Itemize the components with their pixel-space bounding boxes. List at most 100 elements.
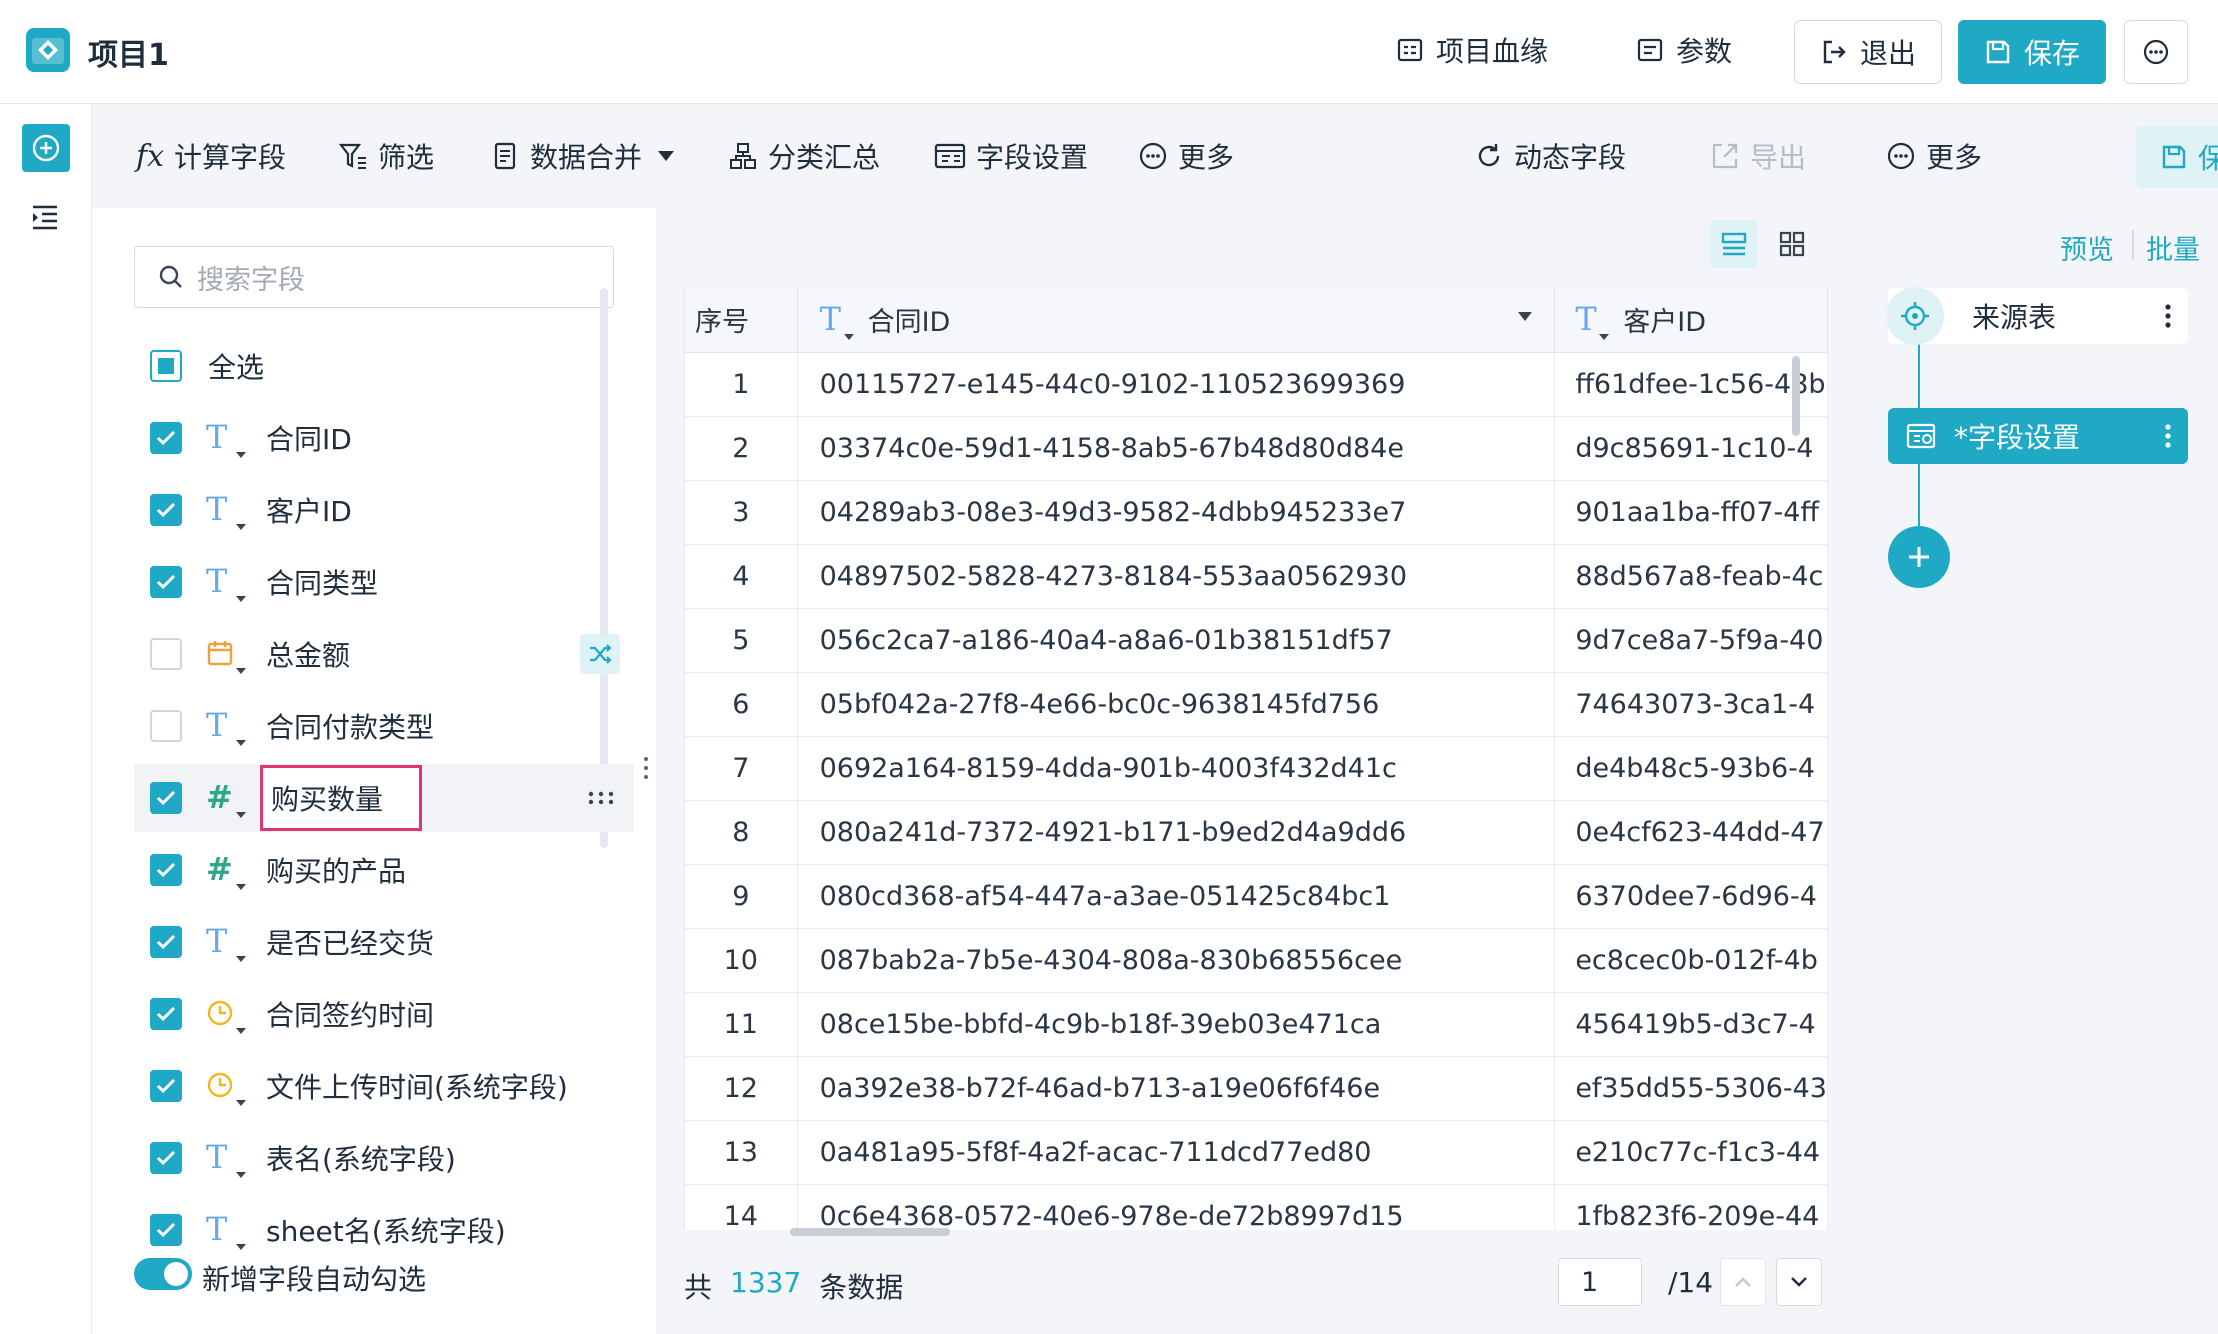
page-number-input[interactable]: 1 <box>1558 1258 1642 1306</box>
field-list-item[interactable]: 文件上传时间(系统字段) <box>134 1052 634 1120</box>
contract-id-cell: 08ce15be-bbfd-4c9b-b18f-39eb03e471ca <box>797 992 1556 1057</box>
time-type-icon <box>206 1066 246 1106</box>
field-list-item[interactable]: Tsheet名(系统字段) <box>134 1196 634 1264</box>
calc-field-button[interactable]: fx 计算字段 <box>136 136 286 176</box>
number-type-icon: # <box>206 778 246 818</box>
field-list-item[interactable]: T 合同ID <box>134 404 634 472</box>
table-row[interactable]: 8 080a241d-7372-4921-b171-b9ed2d4a9dd6 0e4… <box>685 800 1828 865</box>
field-list-item[interactable]: T 合同付款类型 <box>134 692 634 760</box>
source-table-node[interactable]: 来源表 <box>1886 287 2188 345</box>
drag-handle-icon[interactable] <box>588 791 614 805</box>
export-button[interactable]: 导出 <box>1710 136 1806 176</box>
field-checkbox[interactable] <box>150 854 182 886</box>
field-name[interactable]: 购买数量 <box>260 765 423 831</box>
field-checkbox[interactable] <box>150 926 182 958</box>
contract-id-cell: 04897502-5828-4273-8184-553aa0562930 <box>797 544 1556 609</box>
data-merge-dropdown[interactable]: 数据合并 <box>490 136 675 176</box>
table-row[interactable]: 9 080cd368-af54-447a-a3ae-051425c84bc1 637… <box>685 864 1828 929</box>
more-options-button[interactable] <box>2124 20 2188 84</box>
panel-resize-handle[interactable] <box>644 756 648 780</box>
field-checkbox[interactable] <box>150 638 182 670</box>
field-checkbox[interactable] <box>150 782 182 814</box>
kebab-menu-icon[interactable] <box>2164 423 2172 449</box>
more-tools-button[interactable]: 更多 <box>1138 136 1234 176</box>
table-row[interactable]: 10 087bab2a-7b5e-4304-808a-830b68556cee ec… <box>685 928 1828 993</box>
table-row[interactable]: 2 03374c0e-59d1-4158-8ab5-67b48d80d84e d9c… <box>685 416 1828 481</box>
column-header-customer-id-label: 客户ID <box>1623 307 1707 339</box>
text-type-icon: T <box>206 1138 246 1178</box>
shuffle-icon[interactable] <box>580 634 620 674</box>
table-row[interactable]: 14 0c6e4368-0572-40e6-978e-de72b8997d15 1f… <box>685 1184 1828 1230</box>
field-name: 文件上传时间(系统字段) <box>266 1071 568 1104</box>
field-list-item[interactable]: # 购买的产品 <box>134 836 634 904</box>
field-checkbox[interactable] <box>150 494 182 526</box>
project-lineage-button[interactable]: 项目血缘 <box>1396 30 1548 70</box>
field-checkbox[interactable] <box>150 566 182 598</box>
field-checkbox[interactable] <box>150 998 182 1030</box>
field-checkbox[interactable] <box>150 1214 182 1246</box>
app-logo-icon <box>26 28 70 72</box>
dynamic-field-button[interactable]: 动态字段 <box>1474 136 1626 176</box>
table-row[interactable]: 1 00115727-e145-44c0-9102-110523699369 ff6… <box>685 352 1828 417</box>
field-settings-button[interactable]: 字段设置 <box>934 136 1088 176</box>
filter-button[interactable]: 筛选 <box>338 136 434 176</box>
field-list-item[interactable]: T 客户ID <box>134 476 634 544</box>
save-button[interactable]: 保存 <box>1958 20 2106 84</box>
field-list-panel: 搜索字段 全选 新增字段自动勾选 T 合同ID T 客户ID T 合同类型 总金额 T 合同付款… <box>92 208 656 1334</box>
field-list-item[interactable]: # 购买数量 <box>134 764 634 832</box>
field-checkbox[interactable] <box>150 1142 182 1174</box>
column-header-index[interactable]: 序号 <box>685 288 798 353</box>
outline-toggle-button[interactable] <box>30 202 60 232</box>
batch-link[interactable]: 批量 <box>2146 228 2200 267</box>
exit-button[interactable]: 退出 <box>1794 20 1942 84</box>
select-all-row[interactable]: 全选 <box>134 332 634 400</box>
table-row[interactable]: 6 05bf042a-27f8-4e66-bc0c-9638145fd756 746… <box>685 672 1828 737</box>
field-list-item[interactable]: 合同签约时间 <box>134 980 634 1048</box>
toolbar-save-button[interactable]: 保存 <box>2136 126 2218 188</box>
select-all-checkbox[interactable] <box>150 350 182 382</box>
table-row[interactable]: 7 0692a164-8159-4dda-901b-4003f432d41c de4… <box>685 736 1828 801</box>
params-button[interactable]: 参数 <box>1636 30 1732 70</box>
text-type-icon: T <box>206 922 246 962</box>
table-horizontal-scrollbar[interactable] <box>790 1228 950 1236</box>
grid-view-button[interactable] <box>1768 220 1816 268</box>
add-node-button[interactable] <box>22 124 70 172</box>
field-list-item[interactable]: 总金额 <box>134 620 634 688</box>
table-row[interactable]: 13 0a481a95-5f8f-4a2f-acac-711dcd77ed80 e2… <box>685 1120 1828 1185</box>
field-checkbox[interactable] <box>150 422 182 454</box>
total-prefix: 共 <box>684 1271 713 1304</box>
field-search-input[interactable]: 搜索字段 <box>134 246 614 308</box>
more-actions-button[interactable]: 更多 <box>1886 136 1982 176</box>
field-settings-node[interactable]: *字段设置 <box>1888 408 2188 464</box>
exit-icon <box>1823 40 1846 64</box>
field-list-item[interactable]: T 是否已经交货 <box>134 908 634 976</box>
field-list-item[interactable]: T 合同类型 <box>134 548 634 616</box>
column-header-contract-id[interactable]: T 合同ID <box>797 288 1556 353</box>
add-step-button[interactable] <box>1888 526 1950 588</box>
field-checkbox[interactable] <box>150 710 182 742</box>
params-icon <box>1637 38 1663 62</box>
kebab-menu-icon[interactable] <box>2164 303 2172 329</box>
field-checkbox[interactable] <box>150 1070 182 1102</box>
list-view-button[interactable] <box>1710 220 1758 268</box>
table-vertical-scrollbar[interactable] <box>1792 356 1800 436</box>
table-row[interactable]: 4 04897502-5828-4273-8184-553aa0562930 88d… <box>685 544 1828 609</box>
group-summary-button[interactable]: 分类汇总 <box>728 136 880 176</box>
table-row[interactable]: 3 04289ab3-08e3-49d3-9582-4dbb945233e7 901… <box>685 480 1828 545</box>
preview-link[interactable]: 预览 <box>2060 228 2114 267</box>
text-type-icon: T <box>206 1210 246 1250</box>
prev-page-button[interactable] <box>1720 1258 1766 1306</box>
table-row[interactable]: 12 0a392e38-b72f-46ad-b713-a19e06f6f46e ef… <box>685 1056 1828 1121</box>
table-row[interactable]: 11 08ce15be-bbfd-4c9b-b18f-39eb03e471ca 45… <box>685 992 1828 1057</box>
contract-id-cell: 056c2ca7-a186-40a4-a8a6-01b38151df57 <box>797 608 1556 673</box>
field-list-item[interactable]: T 表名(系统字段) <box>134 1124 634 1192</box>
column-header-customer-id[interactable]: T 客户ID <box>1554 288 1828 353</box>
contract-id-cell: 0c6e4368-0572-40e6-978e-de72b8997d15 <box>797 1184 1556 1230</box>
next-page-button[interactable] <box>1776 1258 1822 1306</box>
table-row[interactable]: 5 056c2ca7-a186-40a4-a8a6-01b38151df57 9d7… <box>685 608 1828 673</box>
more-circle-icon <box>1139 142 1167 170</box>
more-tools-label: 更多 <box>1178 141 1235 174</box>
date-type-icon <box>206 634 246 674</box>
sort-dropdown-icon[interactable] <box>1518 311 1533 321</box>
field-name: 是否已经交货 <box>266 927 435 960</box>
